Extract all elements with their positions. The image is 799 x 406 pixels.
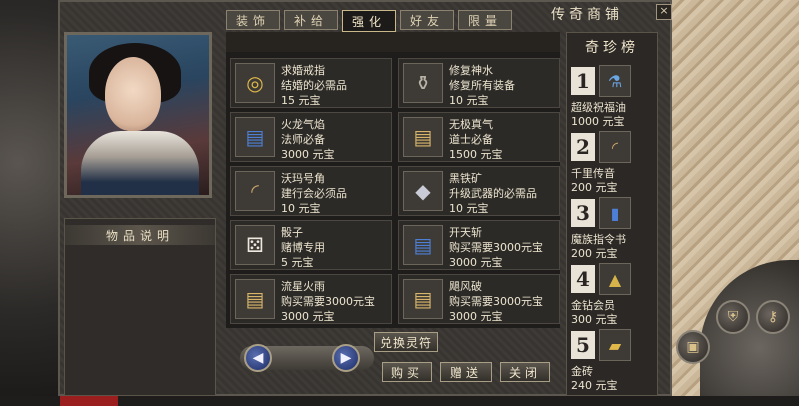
close-icon[interactable]: × xyxy=(656,4,672,20)
item-name: 飓风破 xyxy=(449,280,482,293)
item-name: 求婚戒指 xyxy=(281,64,325,77)
buy-button[interactable]: 购买 xyxy=(382,362,432,382)
shop-item[interactable]: ⚄ 骰子 赌博专用 5 元宝 xyxy=(230,220,392,270)
oil-bottle-icon: ⚗ xyxy=(599,65,631,97)
shop-item[interactable]: ▤ 流星火雨 购买需要3000元宝 3000 元宝 xyxy=(230,274,392,324)
rank-item-price: 1000 元宝 xyxy=(571,115,625,128)
bag-icon[interactable]: ▣ xyxy=(676,330,710,364)
bottom-status-strip xyxy=(0,396,799,406)
rank-item-price: 200 元宝 xyxy=(571,247,618,260)
horn-icon: ◜ xyxy=(599,131,631,163)
rank-number: 5 xyxy=(571,331,595,359)
shop-item[interactable]: ⚱ 修复神水 修复所有装备 10 元宝 xyxy=(398,58,560,108)
shop-item[interactable]: ▤ 飓风破 购买需要3000元宝 3000 元宝 xyxy=(398,274,560,324)
item-price: 10 元宝 xyxy=(449,202,489,215)
tab-supply[interactable]: 补给 xyxy=(284,10,338,30)
grid-header-strip xyxy=(226,32,560,52)
ranking-title: 奇珍榜 xyxy=(585,40,639,56)
tab-friends[interactable]: 好友 xyxy=(400,10,454,30)
item-name: 沃玛号角 xyxy=(281,172,325,185)
ranking-entry[interactable]: 5 ▰ 金砖 240 元宝 xyxy=(569,329,657,393)
rank-item-price: 300 元宝 xyxy=(571,313,618,326)
item-name: 开天斩 xyxy=(449,226,482,239)
item-desc: 建行会必须品 xyxy=(281,187,347,200)
potion-icon: ⚱ xyxy=(403,63,443,103)
item-price: 5 元宝 xyxy=(281,256,314,269)
portrait-body xyxy=(81,131,199,195)
item-price: 10 元宝 xyxy=(281,202,321,215)
item-description-header: 物品说明 xyxy=(65,225,215,245)
tab-bar: 装饰 补给 强化 好友 限量 xyxy=(226,10,512,32)
item-description-panel: 物品说明 xyxy=(64,218,216,396)
ranking-entry[interactable]: 3 ▮ 魔族指令书 200 元宝 xyxy=(569,197,657,261)
horn-icon: ◜ xyxy=(235,171,275,211)
item-price: 3000 元宝 xyxy=(281,310,335,323)
book-icon: ▤ xyxy=(235,279,275,319)
shop-item[interactable]: ▤ 开天斩 购买需要3000元宝 3000 元宝 xyxy=(398,220,560,270)
item-desc: 结婚的必需品 xyxy=(281,79,347,92)
item-name: 黑铁矿 xyxy=(449,172,482,185)
dice-icon: ⚄ xyxy=(235,225,275,265)
item-name: 流星火雨 xyxy=(281,280,325,293)
ranking-entry[interactable]: 2 ◜ 千里传音 200 元宝 xyxy=(569,131,657,195)
item-desc: 升级武器的必需品 xyxy=(449,187,537,200)
badge-icon: ▲ xyxy=(599,263,631,295)
rank-number: 2 xyxy=(571,133,595,161)
item-price: 3000 元宝 xyxy=(449,310,503,323)
book-icon: ▤ xyxy=(403,225,443,265)
book-icon: ▤ xyxy=(403,279,443,319)
key-icon[interactable]: ⚷ xyxy=(756,300,790,334)
ranking-entry[interactable]: 1 ⚗ 超级祝福油 1000 元宝 xyxy=(569,65,657,129)
tab-decoration[interactable]: 装饰 xyxy=(226,10,280,30)
book-icon: ▤ xyxy=(403,117,443,157)
item-price: 10 元宝 xyxy=(449,94,489,107)
npc-portrait-image xyxy=(67,35,209,195)
gift-button[interactable]: 赠送 xyxy=(440,362,492,382)
rank-item-price: 200 元宝 xyxy=(571,181,618,194)
item-desc: 道士必备 xyxy=(449,133,493,146)
item-desc: 购买需要3000元宝 xyxy=(281,295,375,308)
item-desc: 购买需要3000元宝 xyxy=(449,241,543,254)
ranking-entry[interactable]: 4 ▲ 金钻会员 300 元宝 xyxy=(569,263,657,327)
item-price: 15 元宝 xyxy=(281,94,321,107)
item-desc: 法师必备 xyxy=(281,133,325,146)
item-price: 3000 元宝 xyxy=(449,256,503,269)
item-name: 无极真气 xyxy=(449,118,493,131)
shop-item[interactable]: ▤ 无极真气 道士必备 1500 元宝 xyxy=(398,112,560,162)
item-desc: 购买需要3000元宝 xyxy=(449,295,543,308)
item-price: 3000 元宝 xyxy=(281,148,335,161)
item-name: 修复神水 xyxy=(449,64,493,77)
tab-limited[interactable]: 限量 xyxy=(458,10,512,30)
ore-icon: ◆ xyxy=(403,171,443,211)
item-name: 火龙气焰 xyxy=(281,118,325,131)
shop-item[interactable]: ◜ 沃玛号角 建行会必须品 10 元宝 xyxy=(230,166,392,216)
rank-number: 4 xyxy=(571,265,595,293)
item-desc: 赌博专用 xyxy=(281,241,325,254)
background-left xyxy=(0,0,60,406)
shop-item[interactable]: ◎ 求婚戒指 结婚的必需品 15 元宝 xyxy=(230,58,392,108)
shop-item[interactable]: ▤ 火龙气焰 法师必备 3000 元宝 xyxy=(230,112,392,162)
exchange-talisman-button[interactable]: 兑换灵符 xyxy=(374,332,438,352)
item-desc: 修复所有装备 xyxy=(449,79,515,92)
ranking-panel: 奇珍榜 1 ⚗ 超级祝福油 1000 元宝 2 ◜ 千里传音 200 元宝 3 … xyxy=(566,32,658,396)
next-page-icon[interactable]: ▶ xyxy=(332,344,360,372)
portrait-face xyxy=(105,57,161,131)
shield-icon[interactable]: ⛨ xyxy=(716,300,750,334)
shop-title: 传奇商铺 xyxy=(551,7,623,23)
item-price: 1500 元宝 xyxy=(449,148,503,161)
close-button[interactable]: 关闭 xyxy=(500,362,550,382)
book-icon: ▤ xyxy=(235,117,275,157)
tab-enhance[interactable]: 强化 xyxy=(342,10,396,32)
item-name: 骰子 xyxy=(281,226,303,239)
gold-brick-icon: ▰ xyxy=(599,329,631,361)
character-portrait xyxy=(64,32,212,198)
ring-icon: ◎ xyxy=(235,63,275,103)
prev-page-icon[interactable]: ◀ xyxy=(244,344,272,372)
scroll-icon: ▮ xyxy=(599,197,631,229)
health-bar xyxy=(60,396,118,406)
rank-number: 3 xyxy=(571,199,595,227)
rank-number: 1 xyxy=(571,67,595,95)
shop-item[interactable]: ◆ 黑铁矿 升级武器的必需品 10 元宝 xyxy=(398,166,560,216)
rank-item-price: 240 元宝 xyxy=(571,379,618,392)
